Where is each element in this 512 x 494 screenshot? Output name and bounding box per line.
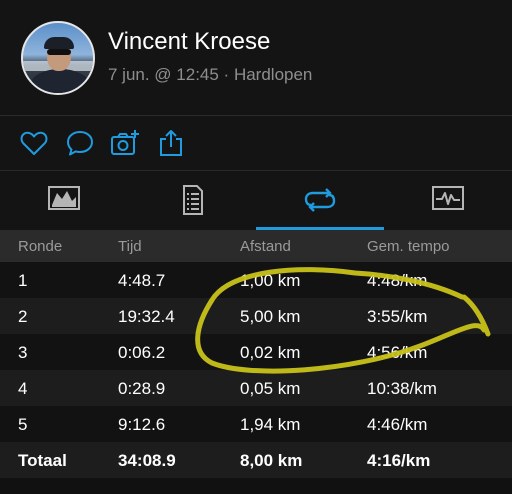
details-list-icon <box>183 185 203 215</box>
lap-pace: 10:38/km <box>367 379 437 398</box>
lap-pace: 4:56/km <box>367 343 428 362</box>
column-header-pace: Gem. tempo <box>367 238 450 255</box>
lap-pace: 4:46/km <box>367 415 428 434</box>
chart-icon <box>432 186 464 210</box>
column-header-distance: Afstand <box>240 238 291 255</box>
column-header-lap: Ronde <box>18 238 63 255</box>
lap-time: 0:28.9 <box>118 379 166 398</box>
comment-button[interactable] <box>65 128 95 158</box>
avatar-cap <box>44 37 74 49</box>
lap-time: 19:32.4 <box>118 307 175 326</box>
activity-detail-page: Vincent Kroese 7 jun. @ 12:45 · Hardlope… <box>0 0 512 494</box>
laps-icon <box>304 188 336 212</box>
total-time: 34:08.9 <box>118 451 176 470</box>
lap-distance: 5,00 km <box>240 307 301 326</box>
table-total-row: Totaal 34:08.9 8,00 km 4:16/km <box>0 442 512 478</box>
lap-distance: 0,05 km <box>240 379 301 398</box>
table-row[interactable]: 4 0:28.9 0,05 km 10:38/km <box>0 370 512 406</box>
add-photo-button[interactable] <box>110 128 140 158</box>
avatar[interactable] <box>21 21 95 95</box>
total-label: Totaal <box>18 451 67 470</box>
lap-distance: 1,94 km <box>240 415 301 434</box>
map-summary-icon <box>48 186 80 210</box>
heart-icon <box>20 131 48 155</box>
tab-summary[interactable] <box>0 171 128 230</box>
tab-laps[interactable] <box>256 171 384 230</box>
like-button[interactable] <box>19 128 49 158</box>
share-icon <box>160 130 182 156</box>
comment-icon <box>67 131 93 156</box>
tab-details[interactable] <box>128 171 256 230</box>
share-button[interactable] <box>156 128 186 158</box>
tab-charts[interactable] <box>384 171 512 230</box>
total-pace: 4:16/km <box>367 451 431 470</box>
avatar-body <box>31 69 89 93</box>
lap-number: 4 <box>18 379 28 398</box>
user-name[interactable]: Vincent Kroese <box>108 28 270 56</box>
activity-tabs <box>0 171 512 230</box>
action-bar <box>0 116 512 170</box>
lap-pace: 4:48/km <box>367 271 428 290</box>
add-photo-icon <box>111 130 139 155</box>
lap-time: 9:12.6 <box>118 415 166 434</box>
lap-distance: 0,02 km <box>240 343 301 362</box>
column-header-time: Tijd <box>118 238 142 255</box>
table-row[interactable]: 5 9:12.6 1,94 km 4:46/km <box>0 406 512 442</box>
laps-table-header: Ronde Tijd Afstand Gem. tempo <box>0 230 512 262</box>
table-row[interactable]: 2 19:32.4 5,00 km 3:55/km <box>0 298 512 334</box>
lap-number: 3 <box>18 343 28 362</box>
table-row[interactable]: 1 4:48.7 1,00 km 4:48/km <box>0 262 512 298</box>
lap-distance: 1,00 km <box>240 271 301 290</box>
lap-number: 2 <box>18 307 28 326</box>
activity-meta: 7 jun. @ 12:45 · Hardlopen <box>108 65 313 84</box>
avatar-glasses <box>47 49 71 55</box>
lap-time: 0:06.2 <box>118 343 166 362</box>
lap-number: 5 <box>18 415 28 434</box>
lap-pace: 3:55/km <box>367 307 428 326</box>
lap-number: 1 <box>18 271 28 290</box>
activity-header: Vincent Kroese 7 jun. @ 12:45 · Hardlope… <box>0 0 512 115</box>
table-row[interactable]: 3 0:06.2 0,02 km 4:56/km <box>0 334 512 370</box>
total-distance: 8,00 km <box>240 451 303 470</box>
lap-time: 4:48.7 <box>118 271 166 290</box>
